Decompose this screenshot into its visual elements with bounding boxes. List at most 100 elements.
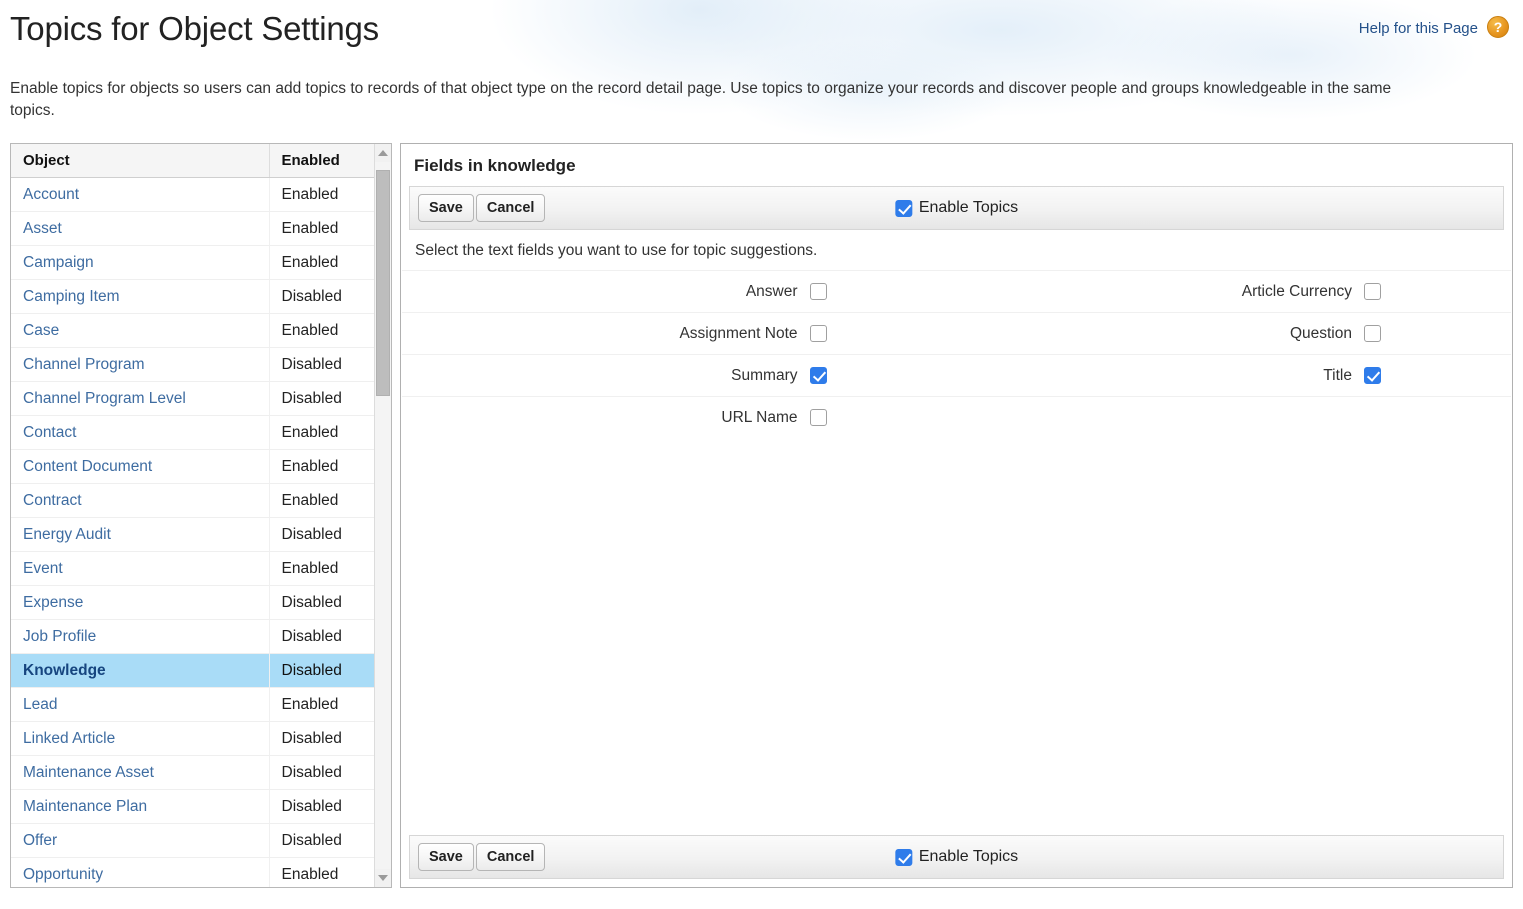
- table-row[interactable]: Expense Disabled: [11, 585, 391, 620]
- object-status-cell: Enabled: [269, 687, 391, 722]
- table-row[interactable]: Contact Enabled: [11, 415, 391, 450]
- field-checkbox-question[interactable]: [1364, 325, 1381, 342]
- field-cell: Summary: [402, 367, 957, 385]
- object-status-cell: Enabled: [269, 415, 391, 450]
- object-link-account[interactable]: Account: [23, 186, 79, 203]
- object-link-maintenance-asset[interactable]: Maintenance Asset: [23, 764, 154, 781]
- table-row[interactable]: Linked Article Disabled: [11, 721, 391, 756]
- object-name-cell: Knowledge: [11, 653, 270, 688]
- field-checkbox-title[interactable]: [1364, 367, 1381, 384]
- object-link-campaign[interactable]: Campaign: [23, 254, 94, 271]
- table-row[interactable]: Knowledge Disabled: [11, 653, 391, 688]
- enable-topics-checkbox-bottom[interactable]: [894, 848, 912, 866]
- object-link-channel-program-level[interactable]: Channel Program Level: [23, 390, 186, 407]
- field-cell: Article Currency: [957, 283, 1512, 301]
- field-checkbox-answer[interactable]: [809, 283, 827, 300]
- save-button-bottom[interactable]: Save: [418, 843, 474, 871]
- table-row[interactable]: Job Profile Disabled: [11, 619, 391, 654]
- object-link-opportunity[interactable]: Opportunity: [23, 866, 103, 883]
- table-row[interactable]: Camping Item Disabled: [11, 279, 391, 314]
- table-row[interactable]: Energy Audit Disabled: [11, 517, 391, 552]
- object-link-expense[interactable]: Expense: [23, 594, 83, 611]
- table-row[interactable]: Account Enabled: [11, 177, 391, 212]
- top-button-group: Save Cancel: [418, 194, 546, 222]
- object-status-cell: Disabled: [269, 585, 391, 620]
- table-row[interactable]: Channel Program Level Disabled: [11, 381, 391, 416]
- object-name-cell: Opportunity: [11, 857, 270, 887]
- enable-topics-label-bottom: Enable Topics: [918, 848, 1019, 865]
- field-checkbox-url-name[interactable]: [809, 409, 827, 426]
- object-status-cell: Enabled: [269, 857, 391, 887]
- help-for-this-page-link[interactable]: Help for this Page: [1359, 20, 1478, 37]
- scrollbar-thumb[interactable]: [376, 170, 390, 396]
- object-list-scrollbar[interactable]: [374, 144, 391, 887]
- field-cell: Question: [957, 325, 1512, 343]
- object-name-cell: Channel Program: [11, 347, 270, 382]
- object-link-lead[interactable]: Lead: [23, 696, 57, 713]
- object-name-cell: Offer: [11, 823, 270, 858]
- object-link-linked-article[interactable]: Linked Article: [23, 730, 115, 747]
- field-checkbox-summary[interactable]: [809, 367, 827, 384]
- object-link-contract[interactable]: Contract: [23, 492, 82, 509]
- field-checkbox-assignment-note[interactable]: [809, 325, 827, 342]
- question-mark-icon[interactable]: ?: [1487, 16, 1509, 38]
- field-checkbox-grid: Answer Article Currency Assignment Note Que…: [402, 270, 1511, 438]
- cancel-button-bottom[interactable]: Cancel: [475, 843, 546, 871]
- object-link-contact[interactable]: Contact: [23, 424, 76, 441]
- table-row[interactable]: Contract Enabled: [11, 483, 391, 518]
- object-link-knowledge[interactable]: Knowledge: [23, 662, 106, 679]
- object-link-camping-item[interactable]: Camping Item: [23, 288, 119, 305]
- table-row[interactable]: Case Enabled: [11, 313, 391, 348]
- object-link-job-profile[interactable]: Job Profile: [23, 628, 96, 645]
- object-link-content-document[interactable]: Content Document: [23, 458, 152, 475]
- table-row[interactable]: Event Enabled: [11, 551, 391, 586]
- object-status-cell: Enabled: [269, 313, 391, 348]
- save-button-top[interactable]: Save: [418, 194, 474, 222]
- fields-panel-title: Fields in knowledge: [414, 156, 576, 175]
- object-status-cell: Disabled: [269, 619, 391, 654]
- scroll-down-arrow-icon[interactable]: [375, 869, 391, 887]
- object-link-channel-program[interactable]: Channel Program: [23, 356, 144, 373]
- object-link-offer[interactable]: Offer: [23, 832, 57, 849]
- table-row[interactable]: Lead Enabled: [11, 687, 391, 722]
- object-name-cell: Content Document: [11, 449, 270, 484]
- cancel-button-top[interactable]: Cancel: [475, 194, 546, 222]
- field-cell: Assignment Note: [402, 325, 957, 343]
- table-row[interactable]: Opportunity Enabled: [11, 857, 391, 887]
- page-description: Enable topics for objects so users can a…: [10, 80, 1392, 119]
- table-row[interactable]: Maintenance Plan Disabled: [11, 789, 391, 824]
- bottom-button-group: Save Cancel: [418, 843, 546, 871]
- object-status-cell: Disabled: [269, 279, 391, 314]
- object-name-cell: Lead: [11, 687, 270, 722]
- object-link-energy-audit[interactable]: Energy Audit: [23, 526, 111, 543]
- table-row[interactable]: Content Document Enabled: [11, 449, 391, 484]
- table-row[interactable]: Campaign Enabled: [11, 245, 391, 280]
- field-checkbox-article-currency[interactable]: [1364, 283, 1381, 300]
- table-row[interactable]: Asset Enabled: [11, 211, 391, 246]
- object-status-cell: Enabled: [269, 177, 391, 212]
- table-row[interactable]: Channel Program Disabled: [11, 347, 391, 382]
- bottom-toolbar-wrapper: Save Cancel Enable Topics: [401, 835, 1512, 879]
- column-header-object[interactable]: Object: [11, 144, 270, 178]
- field-label-answer: Answer: [745, 282, 798, 300]
- object-name-cell: Account: [11, 177, 270, 212]
- table-row[interactable]: Offer Disabled: [11, 823, 391, 858]
- field-row: Answer Article Currency: [402, 270, 1511, 312]
- object-name-cell: Energy Audit: [11, 517, 270, 552]
- object-status-cell: Disabled: [269, 653, 391, 688]
- object-status-cell: Disabled: [269, 347, 391, 382]
- object-status-cell: Disabled: [269, 721, 391, 756]
- field-label-assignment-note: Assignment Note: [679, 324, 798, 342]
- scroll-up-arrow-icon[interactable]: [375, 144, 391, 162]
- object-link-asset[interactable]: Asset: [23, 220, 62, 237]
- object-name-cell: Job Profile: [11, 619, 270, 654]
- column-header-enabled[interactable]: Enabled: [269, 144, 391, 178]
- object-link-event[interactable]: Event: [23, 560, 63, 577]
- field-label-url-name: URL Name: [721, 408, 798, 426]
- object-link-maintenance-plan[interactable]: Maintenance Plan: [23, 798, 147, 815]
- enable-topics-checkbox-top[interactable]: [894, 199, 912, 217]
- table-row[interactable]: Maintenance Asset Disabled: [11, 755, 391, 790]
- object-link-case[interactable]: Case: [23, 322, 59, 339]
- enable-topics-group-top: Enable Topics: [894, 199, 1018, 217]
- object-name-cell: Case: [11, 313, 270, 348]
